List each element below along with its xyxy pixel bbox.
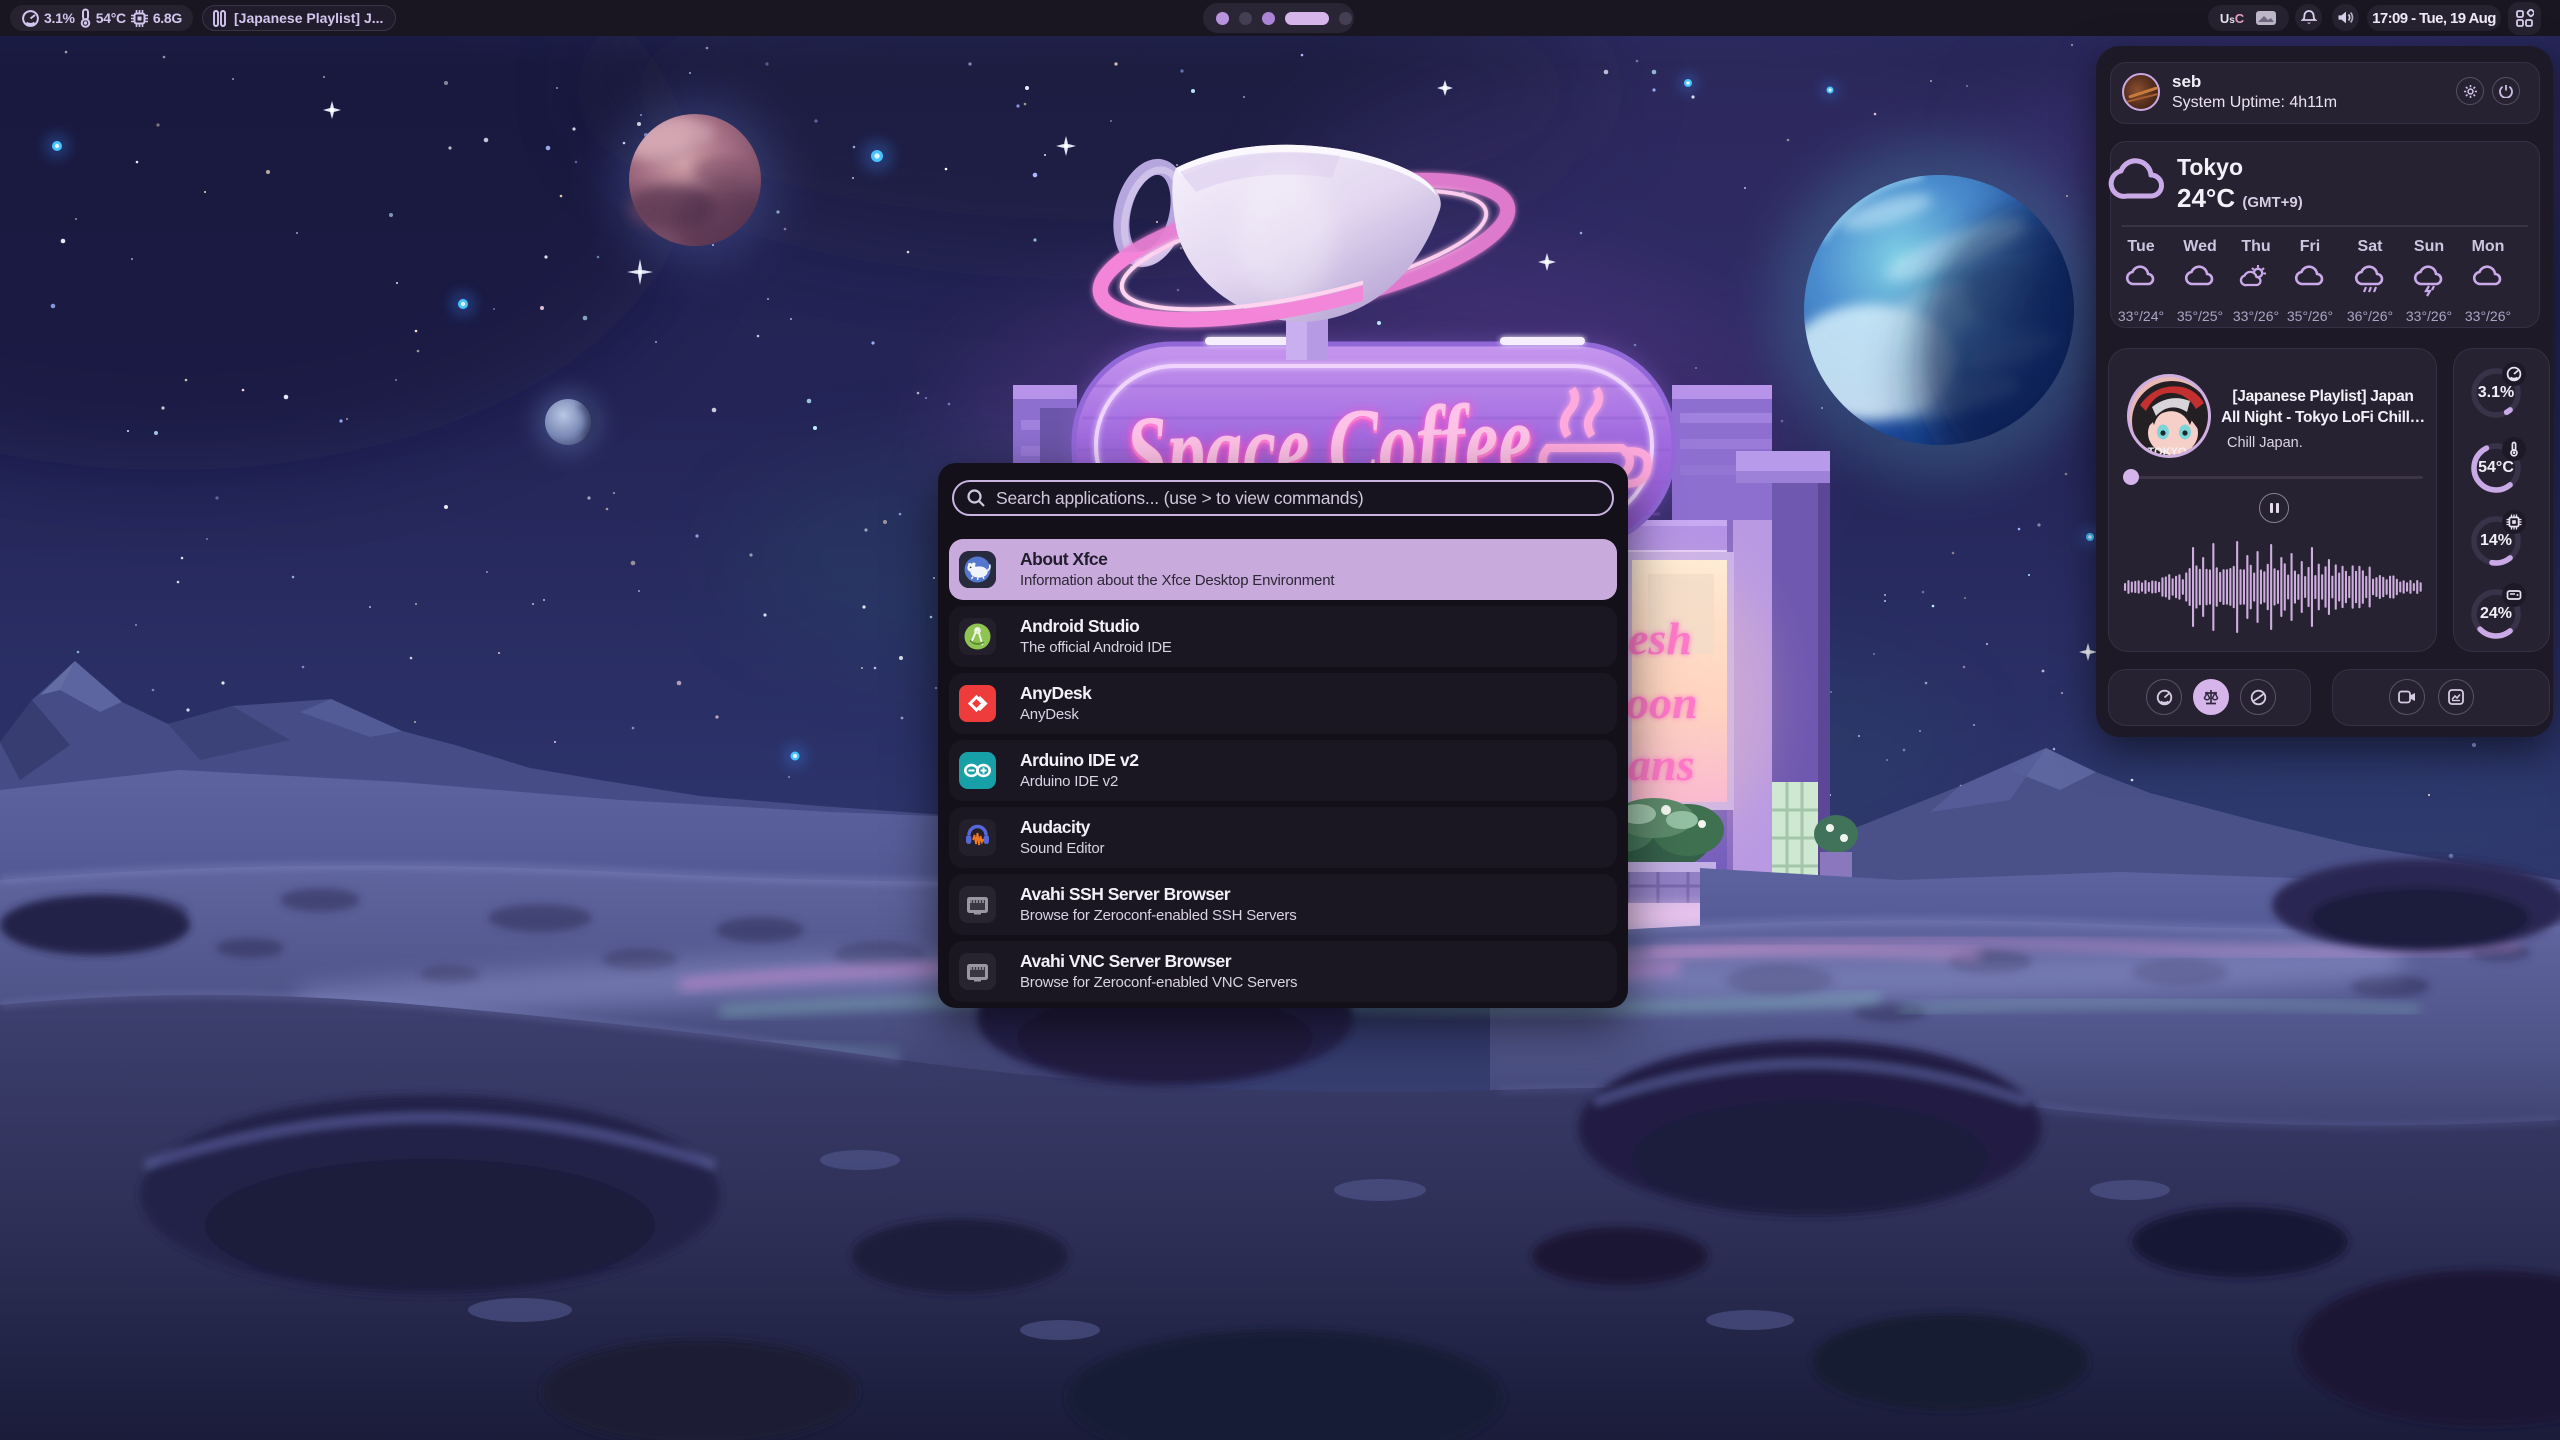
svg-text:ans: ans [1628,739,1694,790]
svg-text:oon: oon [1626,677,1698,728]
svg-text:esh: esh [1628,613,1692,664]
